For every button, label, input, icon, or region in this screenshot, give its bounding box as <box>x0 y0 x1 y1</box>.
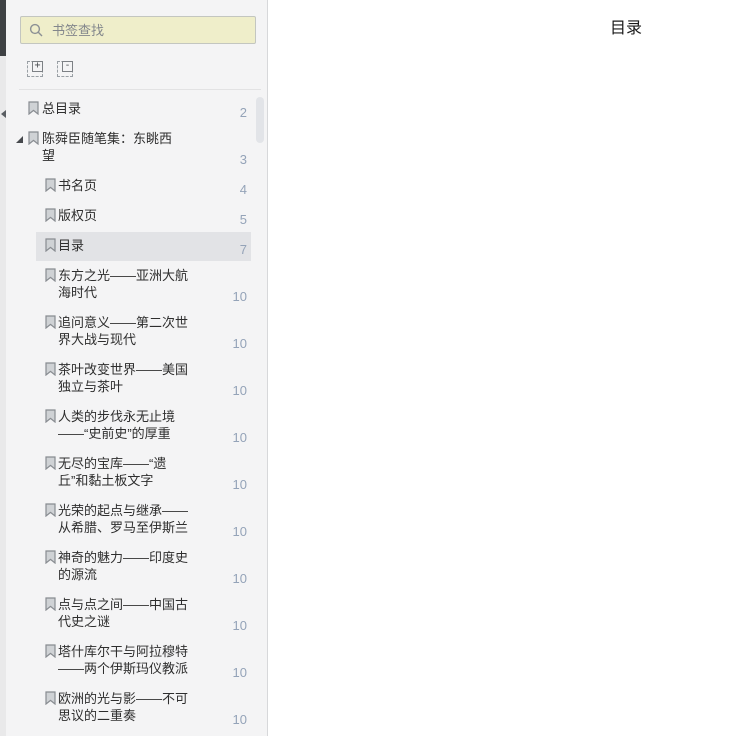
document-page: 目录 <box>268 0 754 736</box>
bookmark-tree-item[interactable]: 目录 7 <box>6 232 267 262</box>
bookmark-label: 点与点之间——中国古代史之谜 <box>58 597 189 629</box>
bookmark-label: 塔什库尔干与阿拉穆特——两个伊斯玛仪教派 <box>58 644 189 676</box>
search-icon <box>29 23 43 37</box>
bookmark-label: 书名页 <box>58 178 98 193</box>
bookmark-tree-item[interactable]: 陈舜臣随笔集：东眺西望 3 <box>6 125 267 172</box>
bookmark-icon <box>45 644 56 659</box>
bookmark-label: 无尽的宝库——“遗丘”和黏土板文字 <box>58 456 167 488</box>
bookmark-page-number: 3 <box>239 152 247 167</box>
bookmark-icon <box>45 409 56 424</box>
bookmark-page-number: 4 <box>239 182 247 197</box>
bookmark-icon <box>45 691 56 706</box>
bookmark-page-number: 10 <box>232 336 247 351</box>
bookmark-label: 茶叶改变世界——美国独立与茶叶 <box>58 362 189 394</box>
bookmark-icon <box>45 550 56 565</box>
bookmark-tree-item[interactable]: 无尽的宝库——“遗丘”和黏土板文字 10 <box>6 450 267 497</box>
bookmark-tree-item[interactable]: 人类的步伐永无止境——“史前史”的厚重 10 <box>6 403 267 450</box>
bookmark-page-number: 10 <box>232 524 247 539</box>
bookmark-tree-item[interactable]: 神奇的魅力——印度史的源流 10 <box>6 544 267 591</box>
bookmark-label: 陈舜臣随笔集：东眺西望 <box>42 131 173 163</box>
minus-box-icon: - <box>62 61 73 72</box>
bookmark-label: 光荣的起点与继承——从希腊、罗马至伊斯兰 <box>58 503 189 535</box>
bookmark-label: 神奇的魅力——印度史的源流 <box>58 550 189 582</box>
bookmark-tree-item[interactable]: 东方之光——亚洲大航海时代 10 <box>6 262 267 309</box>
bookmarks-panel: + - 总目录 2 陈舜臣随笔集：东眺西望 3 <box>6 0 268 736</box>
bookmark-page-number: 10 <box>232 712 247 727</box>
bookmark-label: 欧洲的光与影——不可思议的二重奏 <box>58 691 189 723</box>
bookmark-label: 东方之光——亚洲大航海时代 <box>58 268 189 300</box>
bookmark-icon <box>45 208 56 223</box>
bookmark-label: 版权页 <box>58 208 98 223</box>
bookmark-icon <box>45 362 56 377</box>
bookmark-tree-item[interactable]: 追问意义——第二次世界大战与现代 10 <box>6 309 267 356</box>
bookmark-tree-toolbar: + - <box>27 61 73 77</box>
expand-all-button[interactable]: + <box>27 61 43 77</box>
bookmark-label: 人类的步伐永无止境——“史前史”的厚重 <box>58 409 176 441</box>
bookmark-icon <box>45 238 56 253</box>
bookmark-tree-item[interactable]: 版权页 5 <box>6 202 267 232</box>
bookmark-icon <box>45 315 56 330</box>
bookmark-icon <box>45 456 56 471</box>
bookmark-tree-item[interactable]: 光荣的起点与继承——从希腊、罗马至伊斯兰 10 <box>6 497 267 544</box>
bookmark-icon <box>45 178 56 193</box>
toolbar-separator <box>19 89 261 90</box>
collapse-all-button[interactable]: - <box>57 61 73 77</box>
bookmark-page-number: 10 <box>232 665 247 680</box>
bookmark-tree-item[interactable]: 塔什库尔干与阿拉穆特——两个伊斯玛仪教派 10 <box>6 638 267 685</box>
bookmark-icon <box>28 101 39 116</box>
bookmark-page-number: 10 <box>232 618 247 633</box>
bookmark-icon <box>45 597 56 612</box>
bookmark-label: 追问意义——第二次世界大战与现代 <box>58 315 189 347</box>
bookmark-icon <box>28 131 39 146</box>
bookmark-page-number: 10 <box>232 383 247 398</box>
bookmark-tree-item[interactable]: 分裂与断裂的背后——“大唐之春”前史 10 <box>6 732 267 736</box>
bookmark-search-input[interactable] <box>50 21 247 39</box>
bookmark-label: 目录 <box>58 238 85 253</box>
bookmark-tree: 总目录 2 陈舜臣随笔集：东眺西望 3 书名页 4 版权页 5 目录 7 东方之… <box>6 95 267 736</box>
bookmark-page-number: 2 <box>239 105 247 120</box>
bookmark-search-box[interactable] <box>20 16 256 44</box>
bookmark-page-number: 10 <box>232 430 247 445</box>
plus-box-icon: + <box>32 61 43 72</box>
bookmark-page-number: 10 <box>232 289 247 304</box>
bookmark-label: 总目录 <box>42 101 82 116</box>
bookmark-page-number: 10 <box>232 571 247 586</box>
bookmark-tree-item[interactable]: 欧洲的光与影——不可思议的二重奏 10 <box>6 685 267 732</box>
bookmark-tree-item[interactable]: 总目录 2 <box>6 95 267 125</box>
bookmark-page-number: 10 <box>232 477 247 492</box>
bookmark-tree-item[interactable]: 茶叶改变世界——美国独立与茶叶 10 <box>6 356 267 403</box>
bookmark-page-number: 5 <box>239 212 247 227</box>
bookmark-icon <box>45 503 56 518</box>
bookmark-tree-item[interactable]: 书名页 4 <box>6 172 267 202</box>
bookmark-page-number: 7 <box>239 242 247 257</box>
bookmark-tree-item[interactable]: 点与点之间——中国古代史之谜 10 <box>6 591 267 638</box>
expanded-triangle-icon[interactable] <box>16 136 23 143</box>
sidebar-scrollbar-thumb[interactable] <box>256 97 264 143</box>
page-title: 目录 <box>610 20 643 37</box>
bookmark-icon <box>45 268 56 283</box>
